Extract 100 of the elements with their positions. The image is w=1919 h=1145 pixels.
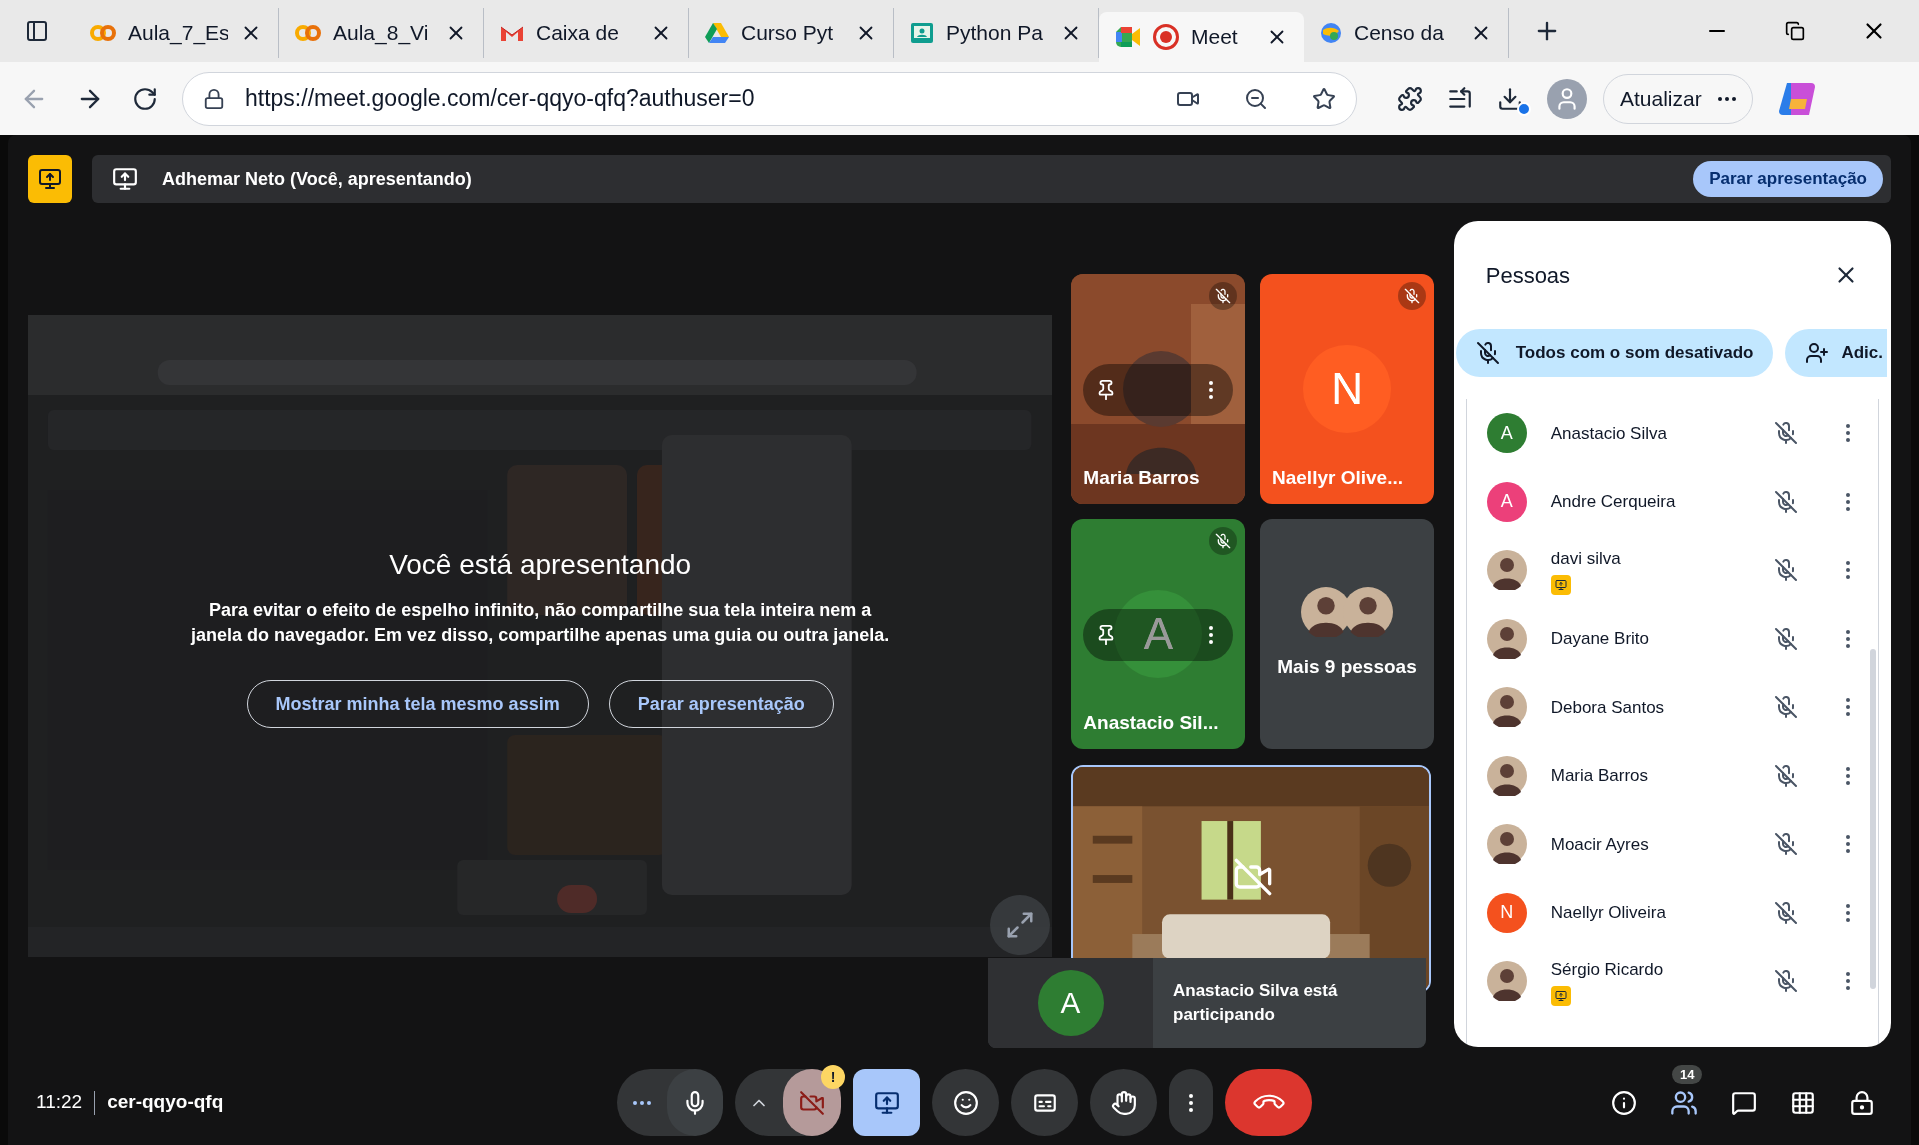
mic-off-icon[interactable] <box>1774 900 1798 925</box>
browser-tab[interactable]: Aula_7_Es <box>74 8 279 58</box>
participant-name: Naellyr Olive... <box>1272 465 1403 490</box>
mic-off-icon[interactable] <box>1774 969 1798 994</box>
participant-row[interactable]: N Naellyr Oliveira <box>1466 878 1878 947</box>
participant-name: Debora Santos <box>1550 696 1666 719</box>
tab-title: Aula_8_Vi <box>333 20 430 47</box>
participant-name: Naellyr Oliveira <box>1550 902 1667 924</box>
participant-row[interactable]: A Andre Cerqueira <box>1466 467 1878 536</box>
meeting-code: cer-qqyo-qfq <box>107 1090 224 1115</box>
participant-row[interactable]: Maria Barros <box>1466 741 1878 810</box>
browser-tab[interactable]: Curso Pyt <box>689 8 894 58</box>
host-controls-icon[interactable] <box>1849 1089 1875 1116</box>
avatar: N <box>1486 892 1527 933</box>
apps-icon[interactable] <box>1790 1089 1816 1116</box>
add-person-icon <box>1805 341 1830 365</box>
avatar <box>1486 961 1527 1002</box>
browser-tab[interactable]: Censo da <box>1304 8 1509 58</box>
camera-icon <box>1115 26 1141 48</box>
tab-title: Python Pa <box>946 20 1044 47</box>
url-text: https://meet.google.com/cer-qqyo-qfq?authuser=0 <box>245 84 756 114</box>
participant-row[interactable]: Debora Santos <box>1466 673 1878 742</box>
participant-name: Sérgio Ricardo <box>1550 958 1665 981</box>
loop-icon <box>90 24 116 42</box>
screen-share-icon <box>873 1089 900 1116</box>
mute-all-chip[interactable]: Todos com o som desativado <box>1455 329 1774 377</box>
more-icon[interactable] <box>1846 492 1850 511</box>
more-icon[interactable] <box>1846 903 1850 922</box>
add-people-chip[interactable]: Adic. <box>1785 329 1887 377</box>
camera-off-icon <box>799 1089 825 1116</box>
more-icon[interactable] <box>1846 835 1850 854</box>
avatar <box>1486 550 1527 591</box>
triangle-icon <box>705 22 729 44</box>
stop-presenting-button[interactable]: Parar apresentação <box>1693 161 1883 197</box>
participant-row[interactable]: A Anastacio Silva <box>1466 399 1878 468</box>
more-icon[interactable] <box>1846 972 1850 991</box>
more-icon[interactable] <box>1846 424 1850 443</box>
tab-title: Censo da <box>1354 20 1445 47</box>
more-people-label: Mais 9 pessoas <box>1277 654 1417 679</box>
participant-name: Maria Barros <box>1550 765 1650 787</box>
people-icon[interactable] <box>1670 1088 1698 1117</box>
restore-icon[interactable] <box>1785 21 1805 41</box>
avatar <box>1486 755 1527 796</box>
more-icon[interactable] <box>1846 698 1850 717</box>
more-icon[interactable] <box>1846 766 1850 785</box>
participant-name: Maria Barros <box>1083 465 1200 490</box>
more-icon <box>633 1100 651 1105</box>
tab-title: Curso Pyt <box>741 20 835 47</box>
mic-off-icon[interactable] <box>1774 832 1798 857</box>
address-bar[interactable]: https://meet.google.com/cer-qqyo-qfq?authuser=0 <box>182 71 1357 126</box>
mic-off-icon[interactable] <box>1774 421 1798 446</box>
avatar <box>1486 687 1527 728</box>
avatar: A <box>1486 413 1527 454</box>
browser-tab[interactable]: Aula_8_Vi <box>279 8 484 58</box>
presenting-icon <box>28 155 72 203</box>
download-icon[interactable] <box>1497 85 1523 112</box>
mic-off-icon[interactable] <box>1774 626 1798 651</box>
warning-badge: ! <box>821 1065 845 1089</box>
avatar: A <box>1037 970 1104 1036</box>
info-icon[interactable] <box>1611 1089 1637 1116</box>
more-icon[interactable] <box>1846 561 1850 580</box>
browser-tab[interactable]: Caixa de <box>484 8 689 58</box>
participant-row[interactable]: Moacir Ayres <box>1466 810 1878 879</box>
screen-share-icon <box>112 166 138 192</box>
profile-icon[interactable] <box>1547 78 1587 119</box>
avatar: A <box>1486 481 1527 522</box>
participant-name: Moacir Ayres <box>1550 833 1650 856</box>
reload-icon[interactable] <box>132 85 158 112</box>
mail-icon <box>500 24 524 42</box>
mic-off-icon[interactable] <box>1774 763 1798 788</box>
tab-title: Aula_7_Es <box>128 20 228 47</box>
panel-title: Pessoas <box>1485 261 1571 290</box>
smiley-icon <box>952 1089 979 1116</box>
mic-off-icon[interactable] <box>1774 695 1798 720</box>
camera-off-button[interactable] <box>783 1069 841 1136</box>
board-icon <box>910 22 934 44</box>
present-button[interactable] <box>853 1069 920 1136</box>
mic-off-icon[interactable] <box>1774 489 1798 514</box>
browser-tab[interactable]: Meet <box>1099 12 1304 62</box>
participant-row[interactable]: Dayane Brito <box>1466 604 1878 673</box>
extensions-icon[interactable] <box>1397 85 1423 112</box>
favorite-icon[interactable] <box>1312 86 1336 111</box>
zoom-out-icon[interactable] <box>1244 86 1268 111</box>
loop-icon <box>295 24 321 42</box>
chat-icon[interactable] <box>1731 1089 1757 1116</box>
tab-title: Meet <box>1191 24 1239 51</box>
mic-off-icon[interactable] <box>1774 558 1798 583</box>
more-icon[interactable] <box>1846 629 1850 648</box>
lock-icon <box>203 87 225 110</box>
participant-name: davi silva <box>1550 547 1622 570</box>
microphone-button[interactable] <box>667 1069 723 1136</box>
update-button[interactable]: Atualizar <box>1603 73 1753 124</box>
participant-row[interactable]: Sérgio Ricardo <box>1466 947 1878 1016</box>
sidebar-icon[interactable] <box>25 19 49 43</box>
browser-tab[interactable]: Python Pa <box>894 8 1099 58</box>
more-icon[interactable] <box>1209 381 1214 399</box>
more-icon[interactable] <box>1209 626 1214 644</box>
people-count: 14 <box>1672 1064 1703 1084</box>
mic-off-icon <box>1475 341 1500 365</box>
participant-row[interactable]: davi silva <box>1466 536 1878 605</box>
